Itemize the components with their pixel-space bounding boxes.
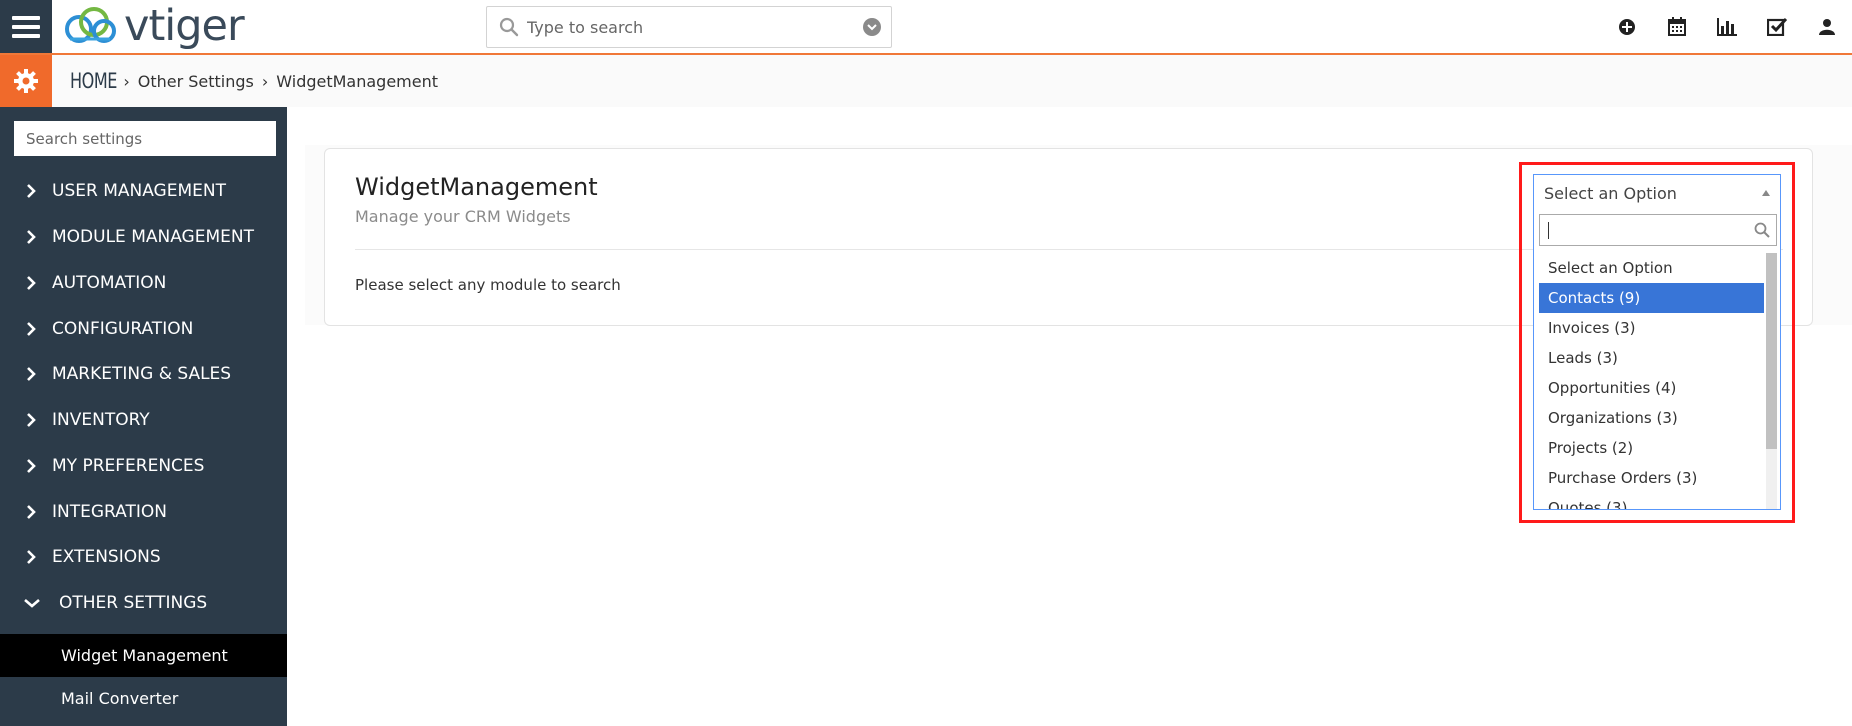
quick-create-button[interactable] [1602, 0, 1652, 53]
chevron-right-icon [24, 505, 38, 519]
breadcrumb-bar: HOME › Other Settings › WidgetManagement [0, 55, 1852, 107]
page-title: WidgetManagement [355, 173, 598, 201]
chevron-right-icon [24, 184, 38, 198]
chevron-right-icon [24, 230, 38, 244]
caret-up-icon [1762, 190, 1770, 196]
sidebar-item-label: INTEGRATION [52, 502, 167, 522]
module-select-value: Select an Option [1544, 183, 1677, 203]
sidebar-item-automation[interactable]: AUTOMATION [0, 263, 287, 303]
checkbox-icon [1766, 17, 1787, 36]
dropdown-option[interactable]: Select an Option [1539, 253, 1764, 283]
page-subtitle: Manage your CRM Widgets [355, 207, 571, 226]
dropdown-option[interactable]: Purchase Orders (3) [1539, 463, 1764, 493]
sidebar-item-label: OTHER SETTINGS [59, 593, 208, 613]
search-icon [1754, 222, 1770, 238]
calendar-button[interactable] [1652, 0, 1702, 53]
chevron-right-icon [24, 550, 38, 564]
settings-search-input[interactable] [14, 121, 276, 156]
user-menu-button[interactable] [1802, 0, 1852, 53]
dropdown-option[interactable]: Leads (3) [1539, 343, 1764, 373]
gear-icon [14, 69, 38, 93]
dropdown-search-field[interactable] [1539, 214, 1777, 246]
sidebar-item-my-preferences[interactable]: MY PREFERENCES [0, 446, 287, 486]
chevron-right-icon [24, 413, 38, 427]
header-actions [1602, 0, 1852, 53]
sidebar-item-other-settings[interactable]: OTHER SETTINGS [0, 583, 287, 623]
dropdown-option[interactable]: Opportunities (4) [1539, 373, 1764, 403]
dropdown-scrollbar-thumb[interactable] [1766, 253, 1777, 449]
search-icon [499, 17, 519, 37]
sidebar-subitem-label: Mail Converter [61, 689, 179, 708]
sidebar-subitem-mail-converter[interactable]: Mail Converter [0, 677, 287, 720]
sidebar-item-configuration[interactable]: CONFIGURATION [0, 309, 287, 349]
breadcrumb-current: WidgetManagement [276, 71, 439, 91]
chevron-right-icon: › [123, 71, 130, 91]
settings-button[interactable] [0, 55, 52, 107]
sidebar-item-label: MY PREFERENCES [52, 456, 205, 476]
dropdown-option[interactable]: Invoices (3) [1539, 313, 1764, 343]
chevron-right-icon [24, 367, 38, 381]
dropdown-option[interactable]: Contacts (9) [1539, 283, 1764, 313]
search-options-icon[interactable] [863, 18, 881, 36]
sidebar-item-label: EXTENSIONS [52, 547, 161, 567]
top-bar: vtiger [0, 0, 1852, 55]
module-select[interactable]: Select an Option [1533, 174, 1781, 211]
app-menu-button[interactable] [0, 0, 52, 53]
sidebar-item-label: USER MANAGEMENT [52, 181, 226, 201]
user-icon [1819, 19, 1835, 35]
breadcrumb-home[interactable]: HOME [70, 69, 117, 93]
bar-chart-icon [1717, 17, 1737, 36]
sidebar-item-label: AUTOMATION [52, 273, 167, 293]
sidebar-item-inventory[interactable]: INVENTORY [0, 400, 287, 440]
settings-sidebar: USER MANAGEMENT MODULE MANAGEMENT AUTOMA… [0, 107, 287, 726]
chevron-right-icon: › [261, 71, 269, 91]
global-search-input[interactable] [527, 17, 847, 37]
global-search [486, 6, 892, 48]
hamburger-icon [12, 15, 40, 38]
sidebar-item-label: CONFIGURATION [52, 319, 194, 339]
sidebar-item-marketing-sales[interactable]: MARKETING & SALES [0, 354, 287, 394]
sidebar-subitem-label: Widget Management [61, 646, 228, 665]
cloud-logo-icon [65, 7, 116, 43]
logo-wordmark: vtiger [124, 0, 245, 51]
calendar-icon [1668, 17, 1686, 36]
sidebar-item-module-management[interactable]: MODULE MANAGEMENT [0, 217, 287, 257]
chevron-right-icon [24, 322, 38, 336]
sidebar-item-label: MODULE MANAGEMENT [52, 227, 254, 247]
plus-circle-icon [1619, 18, 1635, 35]
dropdown-option[interactable]: Organizations (3) [1539, 403, 1764, 433]
sidebar-item-user-management[interactable]: USER MANAGEMENT [0, 171, 287, 211]
tasks-button[interactable] [1752, 0, 1802, 53]
breadcrumb-other-settings[interactable]: Other Settings [138, 72, 254, 91]
text-cursor [1548, 222, 1549, 239]
sidebar-item-label: INVENTORY [52, 410, 150, 430]
sidebar-item-extensions[interactable]: EXTENSIONS [0, 537, 287, 577]
chevron-down-icon [24, 596, 40, 610]
chevron-right-icon [24, 459, 38, 473]
dropdown-option[interactable]: Quotes (3) [1539, 493, 1764, 509]
dropdown-options: Select an Option Contacts (9) Invoices (… [1539, 253, 1764, 509]
chevron-right-icon [24, 276, 38, 290]
sidebar-subitem-widget-management[interactable]: Widget Management [0, 634, 287, 677]
sidebar-item-integration[interactable]: INTEGRATION [0, 492, 287, 532]
vtiger-logo[interactable]: vtiger [62, 0, 245, 51]
dropdown-option[interactable]: Projects (2) [1539, 433, 1764, 463]
sidebar-item-label: MARKETING & SALES [52, 364, 232, 384]
empty-state-message: Please select any module to search [355, 276, 621, 294]
breadcrumb: HOME › Other Settings › WidgetManagement [70, 55, 438, 107]
reports-button[interactable] [1702, 0, 1752, 53]
module-select-dropdown: Select an Option Contacts (9) Invoices (… [1533, 210, 1781, 510]
